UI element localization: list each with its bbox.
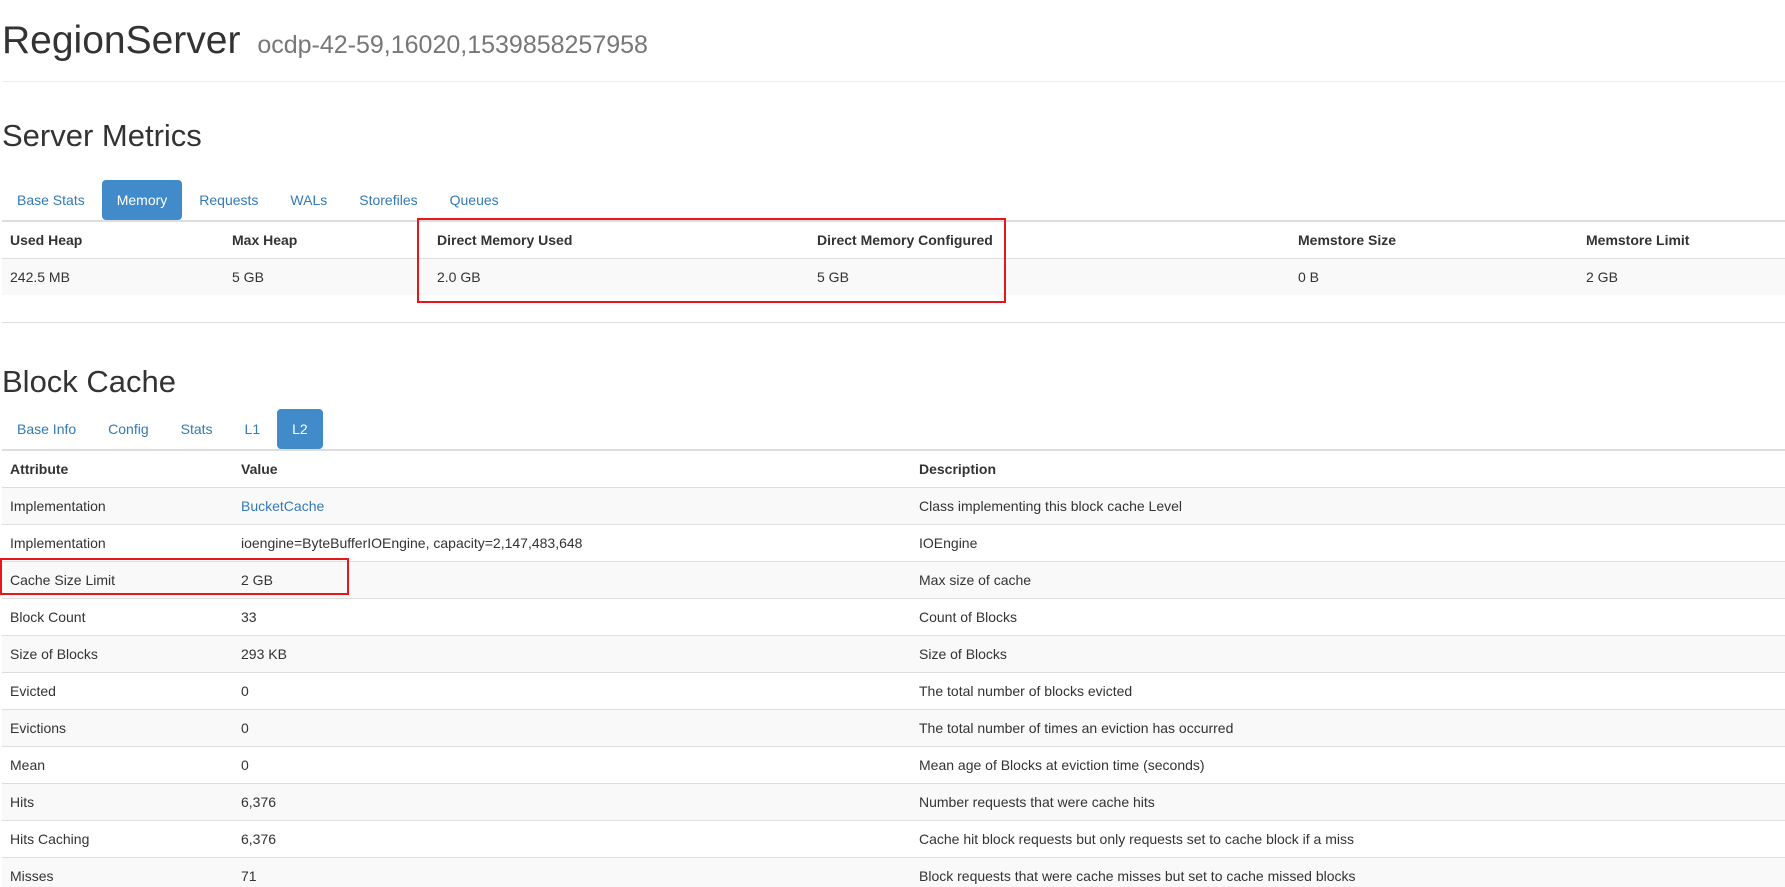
table-row: Evictions 0 The total number of times an…	[2, 709, 1785, 747]
tab-memory[interactable]: Memory	[101, 180, 183, 220]
description-cell: Cache hit block requests but only reques…	[911, 820, 1785, 858]
value-cell: 293 KB	[233, 635, 911, 673]
column-header: Description	[911, 450, 1785, 488]
direct-memory-used-value: 2.0 GB	[429, 258, 809, 295]
column-header: Direct Memory Configured	[809, 221, 1290, 259]
value-cell: 0	[233, 672, 911, 710]
attribute-cell: Implementation	[2, 524, 233, 562]
table-row: Misses 71 Block requests that were cache…	[2, 857, 1785, 887]
value-cell: 33	[233, 598, 911, 636]
table-row: Block Count 33 Count of Blocks	[2, 598, 1785, 636]
max-heap-value: 5 GB	[224, 258, 429, 295]
attribute-cell: Evictions	[2, 709, 233, 747]
block-cache-tabs: Base Info Config Stats L1 L2	[2, 408, 1785, 450]
tab-l2[interactable]: L2	[277, 409, 323, 449]
used-heap-value: 242.5 MB	[2, 258, 224, 295]
attribute-cell: Hits Caching	[2, 820, 233, 858]
server-metrics-title: Server Metrics	[2, 118, 202, 153]
table-row: Implementation ioengine=ByteBufferIOEngi…	[2, 524, 1785, 562]
attribute-cell: Implementation	[2, 487, 233, 525]
attribute-cell: Evicted	[2, 672, 233, 710]
attribute-cell: Block Count	[2, 598, 233, 636]
description-cell: Size of Blocks	[911, 635, 1785, 673]
memstore-limit-value: 2 GB	[1578, 258, 1785, 295]
block-cache-table: Attribute Value Description Implementati…	[2, 450, 1785, 887]
tab-base-stats[interactable]: Base Stats	[2, 180, 100, 220]
tab-l1[interactable]: L1	[230, 409, 276, 449]
memory-metrics-table: Used Heap Max Heap Direct Memory Used Di…	[2, 221, 1785, 295]
column-header: Attribute	[2, 450, 233, 488]
table-row: Hits 6,376 Number requests that were cac…	[2, 783, 1785, 821]
value-cell: 2 GB	[233, 561, 911, 599]
memstore-size-value: 0 B	[1290, 258, 1578, 295]
attribute-cell: Mean	[2, 746, 233, 784]
column-header: Used Heap	[2, 221, 224, 259]
table-row: Mean 0 Mean age of Blocks at eviction ti…	[2, 746, 1785, 784]
table-header-row: Used Heap Max Heap Direct Memory Used Di…	[2, 221, 1785, 259]
description-cell: Mean age of Blocks at eviction time (sec…	[911, 746, 1785, 784]
server-id: ocdp-42-59,16020,1539858257958	[257, 31, 648, 59]
description-cell: Class implementing this block cache Leve…	[911, 487, 1785, 525]
value-cell: 71	[233, 857, 911, 887]
table-row: Implementation BucketCache Class impleme…	[2, 487, 1785, 525]
description-cell: Block requests that were cache misses bu…	[911, 857, 1785, 887]
description-cell: Max size of cache	[911, 561, 1785, 599]
attribute-cell: Size of Blocks	[2, 635, 233, 673]
bucketcache-link[interactable]: BucketCache	[241, 498, 324, 514]
tab-requests[interactable]: Requests	[184, 180, 273, 220]
column-header: Memstore Size	[1290, 221, 1578, 259]
table-header-row: Attribute Value Description	[2, 450, 1785, 488]
value-cell: BucketCache	[233, 487, 911, 525]
description-cell: The total number of blocks evicted	[911, 672, 1785, 710]
page: RegionServer ocdp-42-59,16020,1539858257…	[0, 0, 1785, 887]
attribute-cell: Cache Size Limit	[2, 561, 233, 599]
value-cell: 0	[233, 746, 911, 784]
description-cell: Count of Blocks	[911, 598, 1785, 636]
attribute-cell: Misses	[2, 857, 233, 887]
tab-wals[interactable]: WALs	[275, 180, 342, 220]
value-cell: 6,376	[233, 783, 911, 821]
value-cell: ioengine=ByteBufferIOEngine, capacity=2,…	[233, 524, 911, 562]
description-cell: IOEngine	[911, 524, 1785, 562]
column-header: Direct Memory Used	[429, 221, 809, 259]
table-row: Cache Size Limit 2 GB Max size of cache	[2, 561, 1785, 599]
tab-config[interactable]: Config	[93, 409, 163, 449]
column-header: Value	[233, 450, 911, 488]
description-cell: Number requests that were cache hits	[911, 783, 1785, 821]
tab-queues[interactable]: Queues	[435, 180, 514, 220]
section-divider	[2, 322, 1785, 323]
table-row: 242.5 MB 5 GB 2.0 GB 5 GB 0 B 2 GB	[2, 258, 1785, 295]
tab-base-info[interactable]: Base Info	[2, 409, 91, 449]
page-title-text: RegionServer	[2, 19, 241, 62]
tab-stats[interactable]: Stats	[166, 409, 228, 449]
column-header: Memstore Limit	[1578, 221, 1785, 259]
value-cell: 0	[233, 709, 911, 747]
column-header: Max Heap	[224, 221, 429, 259]
direct-memory-configured-value: 5 GB	[809, 258, 1290, 295]
tab-storefiles[interactable]: Storefiles	[344, 180, 432, 220]
header-divider	[2, 81, 1785, 82]
table-row: Size of Blocks 293 KB Size of Blocks	[2, 635, 1785, 673]
attribute-cell: Hits	[2, 783, 233, 821]
page-header: RegionServer ocdp-42-59,16020,1539858257…	[2, 18, 1785, 64]
table-row: Hits Caching 6,376 Cache hit block reque…	[2, 820, 1785, 858]
page-title: RegionServer ocdp-42-59,16020,1539858257…	[2, 18, 648, 68]
description-cell: The total number of times an eviction ha…	[911, 709, 1785, 747]
server-metrics-tabs: Base Stats Memory Requests WALs Storefil…	[2, 179, 1785, 221]
value-cell: 6,376	[233, 820, 911, 858]
block-cache-title: Block Cache	[2, 364, 177, 399]
table-row: Evicted 0 The total number of blocks evi…	[2, 672, 1785, 710]
